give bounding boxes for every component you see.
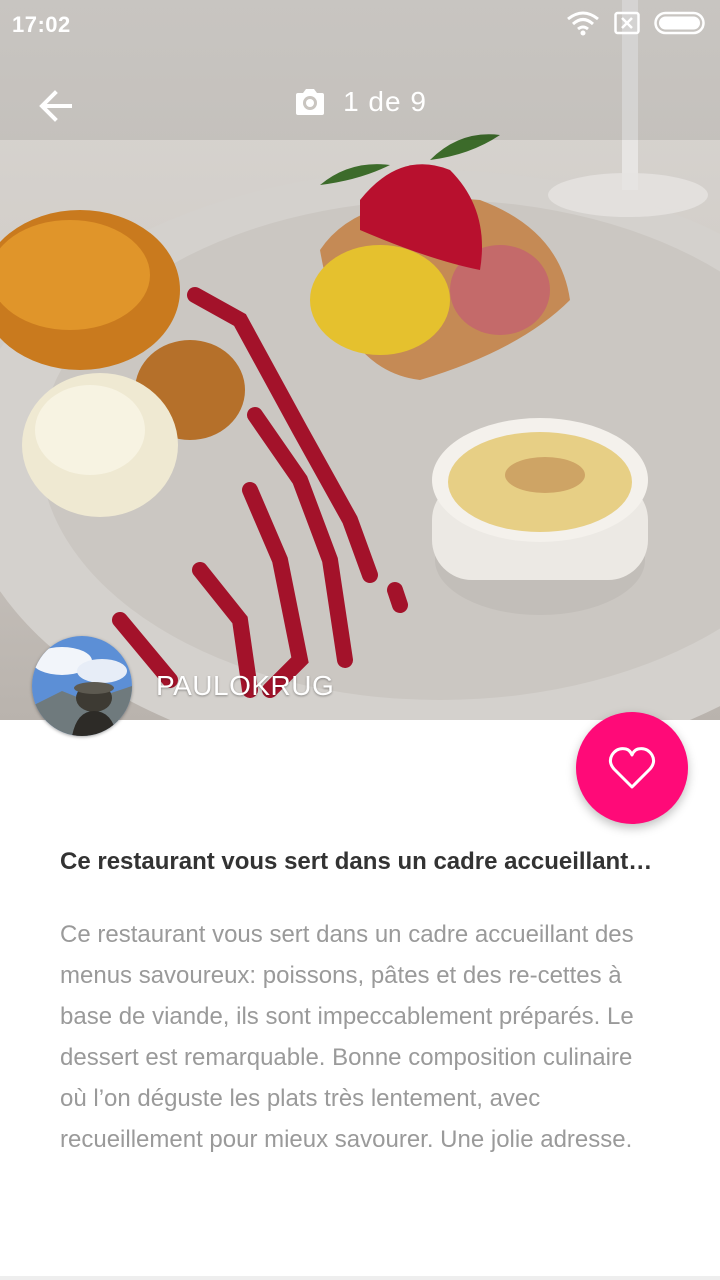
author-name[interactable]: PAULOKRUG (156, 670, 334, 702)
camera-icon (296, 89, 325, 115)
photo-counter: 1 de 9 (0, 86, 720, 118)
top-bar: 1 de 9 (0, 72, 720, 136)
bottom-divider (0, 1276, 720, 1280)
battery-icon (654, 11, 705, 35)
sim-icon (614, 11, 640, 35)
review-title: Ce restaurant vous sert dans un cadre ac… (60, 848, 653, 875)
like-button[interactable] (576, 712, 688, 824)
status-bar: 17:02 (0, 0, 720, 50)
avatar-image (32, 636, 132, 736)
photo-counter-text: 1 de 9 (343, 86, 427, 117)
review-body: Ce restaurant vous sert dans un cadre ac… (60, 921, 634, 1153)
status-time: 17:02 (12, 12, 71, 37)
author-avatar[interactable] (32, 636, 132, 736)
status-icons (566, 10, 708, 36)
wifi-icon (567, 11, 599, 36)
heart-outline-icon (608, 747, 656, 789)
